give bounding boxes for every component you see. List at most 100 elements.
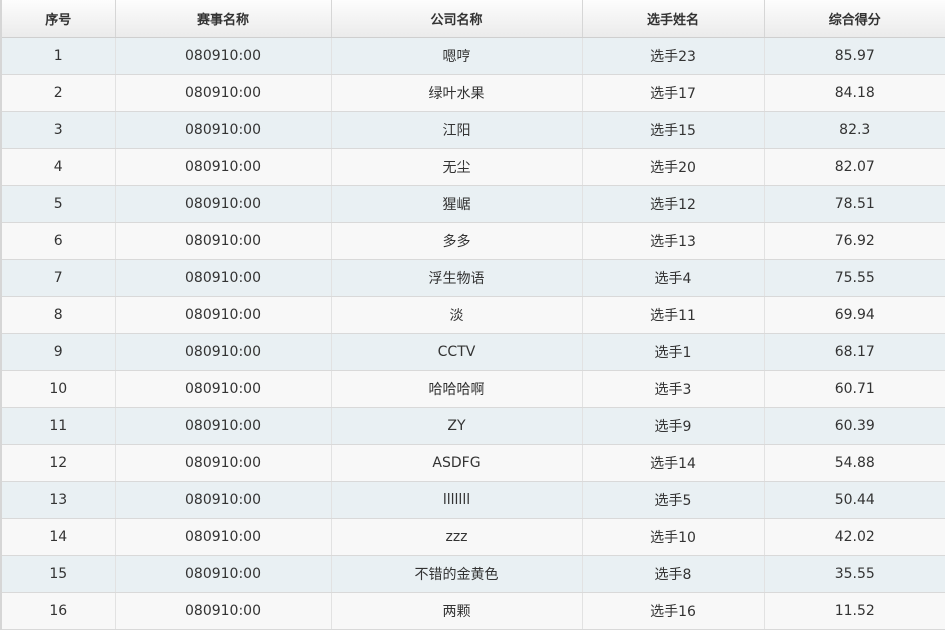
cell-player-name: 选手3 (581, 370, 765, 408)
cell-event-name: 080910:00 (114, 185, 332, 223)
header-row: 序号 赛事名称 公司名称 选手姓名 综合得分 (0, 0, 945, 38)
cell-rank: 12 (0, 444, 116, 482)
cell-total-score: 84.18 (763, 74, 945, 112)
cell-player-name: 选手12 (581, 185, 765, 223)
header-event-name[interactable]: 赛事名称 (114, 0, 332, 38)
cell-company-name: ZY (330, 407, 583, 445)
cell-total-score: 60.39 (763, 407, 945, 445)
cell-company-name: ASDFG (330, 444, 583, 482)
table-row: 6 080910:00 多多 选手13 76.92 (0, 222, 945, 260)
cell-rank: 3 (0, 111, 116, 149)
cell-rank: 10 (0, 370, 116, 408)
cell-event-name: 080910:00 (114, 74, 332, 112)
cell-event-name: 080910:00 (114, 481, 332, 519)
cell-company-name: 多多 (330, 222, 583, 260)
cell-company-name: 绿叶水果 (330, 74, 583, 112)
cell-player-name: 选手17 (581, 74, 765, 112)
cell-total-score: 82.3 (763, 111, 945, 149)
cell-event-name: 080910:00 (114, 592, 332, 630)
cell-total-score: 75.55 (763, 259, 945, 297)
cell-event-name: 080910:00 (114, 111, 332, 149)
cell-event-name: 080910:00 (114, 555, 332, 593)
cell-company-name: 淡 (330, 296, 583, 334)
table-row: 9 080910:00 CCTV 选手1 68.17 (0, 333, 945, 371)
cell-company-name: CCTV (330, 333, 583, 371)
table-row: 11 080910:00 ZY 选手9 60.39 (0, 407, 945, 445)
cell-player-name: 选手4 (581, 259, 765, 297)
table-row: 14 080910:00 zzz 选手10 42.02 (0, 518, 945, 556)
cell-rank: 8 (0, 296, 116, 334)
cell-event-name: 080910:00 (114, 370, 332, 408)
cell-total-score: 82.07 (763, 148, 945, 186)
cell-player-name: 选手23 (581, 37, 765, 75)
table-row: 5 080910:00 猩崌 选手12 78.51 (0, 185, 945, 223)
cell-total-score: 54.88 (763, 444, 945, 482)
cell-company-name: 嗯哼 (330, 37, 583, 75)
header-rank[interactable]: 序号 (0, 0, 116, 38)
cell-player-name: 选手13 (581, 222, 765, 260)
cell-player-name: 选手14 (581, 444, 765, 482)
cell-player-name: 选手10 (581, 518, 765, 556)
cell-player-name: 选手5 (581, 481, 765, 519)
cell-total-score: 85.97 (763, 37, 945, 75)
cell-rank: 16 (0, 592, 116, 630)
cell-player-name: 选手11 (581, 296, 765, 334)
cell-company-name: 哈哈哈啊 (330, 370, 583, 408)
cell-total-score: 11.52 (763, 592, 945, 630)
table-row: 8 080910:00 淡选手11 69.94 (0, 296, 945, 334)
header-company-name[interactable]: 公司名称 (330, 0, 583, 38)
cell-total-score: 78.51 (763, 185, 945, 223)
cell-event-name: 080910:00 (114, 296, 332, 334)
cell-event-name: 080910:00 (114, 518, 332, 556)
cell-rank: 11 (0, 407, 116, 445)
table-row: 7 080910:00 浮生物语 选手4 75.55 (0, 259, 945, 297)
ranking-table: 序号 赛事名称 公司名称 选手姓名 综合得分 1 080910:00 嗯哼 选手23 8… (0, 0, 945, 630)
cell-rank: 13 (0, 481, 116, 519)
table-row: 10 080910:00 哈哈哈啊 选手3 60.71 (0, 370, 945, 408)
cell-player-name: 选手1 (581, 333, 765, 371)
cell-event-name: 080910:00 (114, 407, 332, 445)
cell-event-name: 080910:00 (114, 222, 332, 260)
cell-company-name: 两颗 (330, 592, 583, 630)
cell-rank: 1 (0, 37, 116, 75)
table-row: 13 080910:00 lllllll 选手5 50.44 (0, 481, 945, 519)
cell-company-name: 江阳 (330, 111, 583, 149)
table-body: 1 080910:00 嗯哼 选手23 85.97 2 080910:00 绿叶水果 选手17 8… (0, 37, 945, 630)
cell-player-name: 选手20 (581, 148, 765, 186)
cell-rank: 4 (0, 148, 116, 186)
cell-player-name: 选手16 (581, 592, 765, 630)
header-player-name[interactable]: 选手姓名 (581, 0, 765, 38)
cell-rank: 9 (0, 333, 116, 371)
table-row: 15 080910:00 不错的金黄色 选手8 35.55 (0, 555, 945, 593)
cell-rank: 5 (0, 185, 116, 223)
cell-total-score: 69.94 (763, 296, 945, 334)
table-row: 4 080910:00 无尘 选手20 82.07 (0, 148, 945, 186)
table-row: 12 080910:00 ASDFG 选手14 54.88 (0, 444, 945, 482)
cell-total-score: 76.92 (763, 222, 945, 260)
cell-event-name: 080910:00 (114, 37, 332, 75)
table-row: 3 080910:00 江阳 选手15 82.3 (0, 111, 945, 149)
cell-company-name: 猩崌 (330, 185, 583, 223)
table-row: 2 080910:00 绿叶水果 选手17 84.18 (0, 74, 945, 112)
table-row: 16 080910:00 两颗 选手16 11.52 (0, 592, 945, 630)
cell-total-score: 60.71 (763, 370, 945, 408)
cell-player-name: 选手15 (581, 111, 765, 149)
cell-event-name: 080910:00 (114, 333, 332, 371)
cell-company-name: 无尘 (330, 148, 583, 186)
cell-total-score: 50.44 (763, 481, 945, 519)
cell-company-name: lllllll (330, 481, 583, 519)
cell-total-score: 68.17 (763, 333, 945, 371)
cell-rank: 15 (0, 555, 116, 593)
cell-company-name: zzz (330, 518, 583, 556)
cell-event-name: 080910:00 (114, 259, 332, 297)
table-row: 1 080910:00 嗯哼 选手23 85.97 (0, 37, 945, 75)
cell-rank: 7 (0, 259, 116, 297)
header-total-score[interactable]: 综合得分 (763, 0, 945, 38)
cell-company-name: 不错的金黄色 (330, 555, 583, 593)
cell-total-score: 35.55 (763, 555, 945, 593)
cell-player-name: 选手9 (581, 407, 765, 445)
cell-company-name: 浮生物语 (330, 259, 583, 297)
cell-player-name: 选手8 (581, 555, 765, 593)
cell-rank: 6 (0, 222, 116, 260)
table-header: 序号 赛事名称 公司名称 选手姓名 综合得分 (0, 0, 945, 38)
